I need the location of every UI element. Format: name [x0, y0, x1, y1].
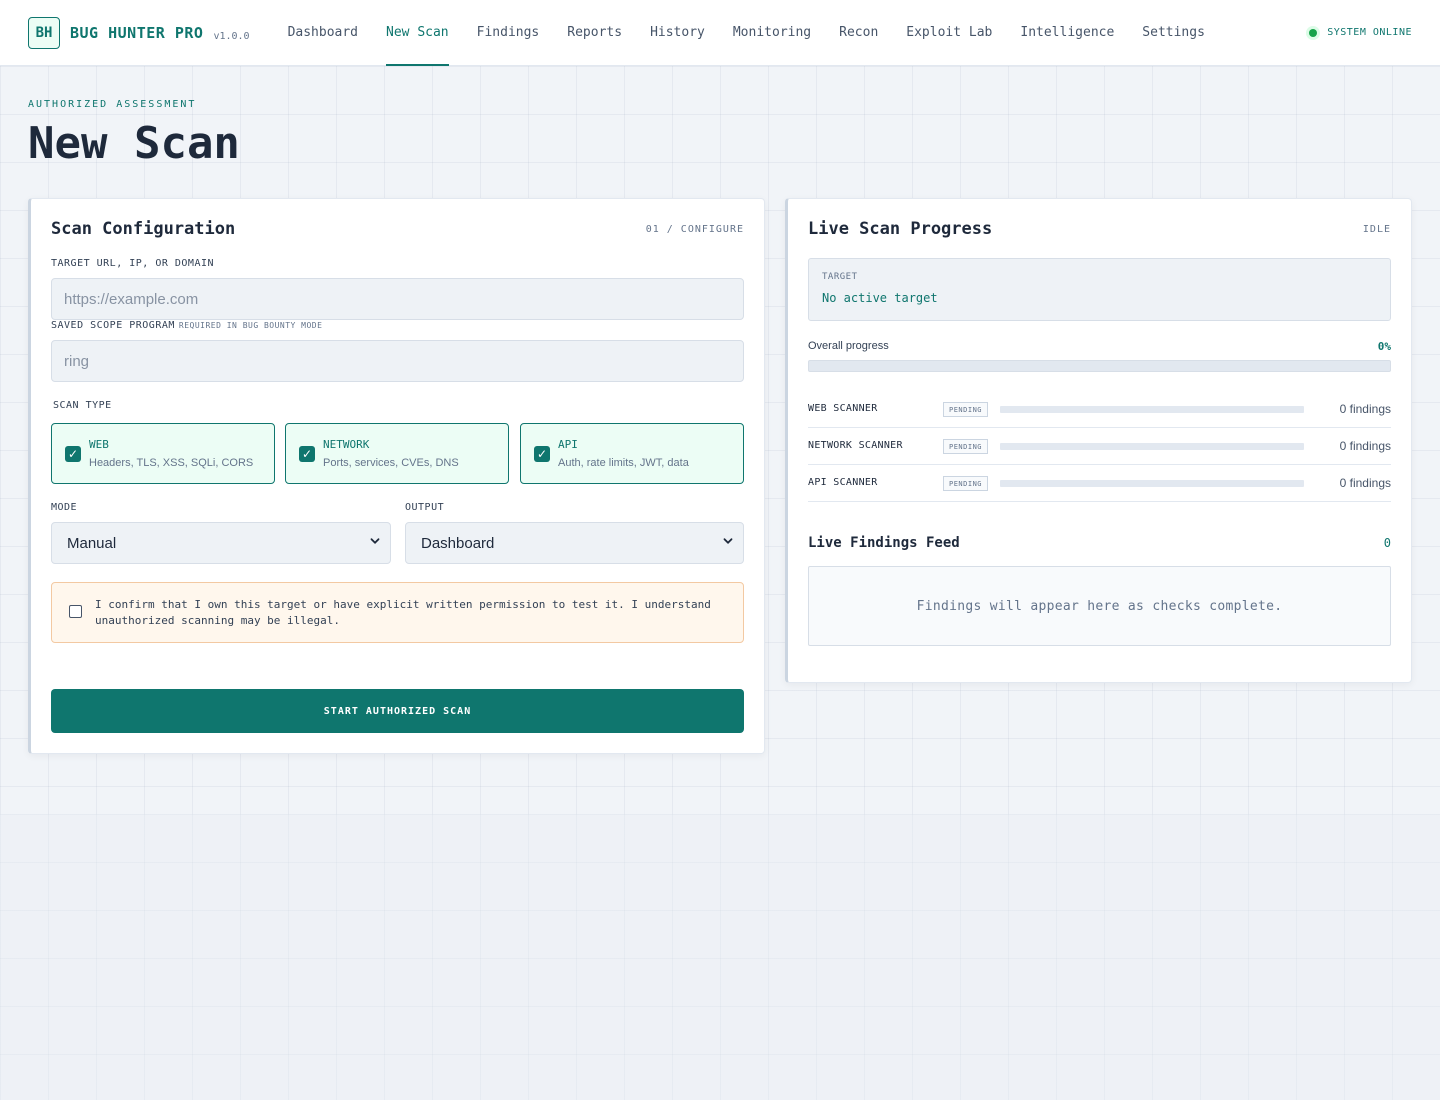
system-status: SYSTEM ONLINE — [1309, 27, 1412, 38]
scope-program-input[interactable] — [51, 340, 744, 382]
scan-type-api[interactable]: ✓ API Auth, rate limits, JWT, data — [520, 423, 744, 484]
chevron-down-icon — [723, 538, 733, 544]
background-lower — [0, 814, 1440, 1100]
top-navbar: BH BUG HUNTER PRO v1.0.0 Dashboard New S… — [0, 0, 1440, 66]
scanner-findings-count: 0 findings — [1339, 439, 1391, 453]
system-status-label: SYSTEM ONLINE — [1327, 27, 1412, 38]
nav-intelligence[interactable]: Intelligence — [1020, 0, 1114, 66]
live-scan-progress-card: Live Scan Progress IDLE TARGET No active… — [785, 198, 1412, 683]
overall-progress-label: Overall progress — [808, 340, 889, 352]
scanner-progress-bar — [1000, 443, 1304, 450]
scan-type-web-title: WEB — [89, 438, 109, 451]
status-dot-icon — [1309, 28, 1318, 37]
scope-label-group: SAVED SCOPE PROGRAM REQUIRED IN BUG BOUNT… — [51, 320, 322, 331]
progress-title: Live Scan Progress — [808, 219, 993, 239]
findings-feed-empty-state: Findings will appear here as checks comp… — [808, 566, 1391, 646]
overall-progress-bar — [808, 360, 1391, 372]
chevron-down-icon — [370, 538, 380, 544]
output-select[interactable]: Dashboard — [405, 522, 744, 564]
scanner-name: NETWORK SCANNER — [808, 440, 903, 451]
nav-new-scan[interactable]: New Scan — [386, 0, 449, 66]
page-title: New Scan — [28, 118, 240, 169]
scan-type-network[interactable]: ✓ NETWORK Ports, services, CVEs, DNS — [285, 423, 509, 484]
findings-feed-count: 0 — [1383, 536, 1391, 550]
output-select-value: Dashboard — [421, 534, 495, 552]
active-target-value: No active target — [822, 291, 938, 305]
scope-label: SAVED SCOPE PROGRAM — [51, 320, 175, 331]
nav-monitoring[interactable]: Monitoring — [733, 0, 811, 66]
findings-feed-title: Live Findings Feed — [808, 535, 960, 551]
scanner-status-badge: PENDING — [943, 402, 989, 417]
scanner-row-web: WEB SCANNER PENDING 0 findings — [808, 391, 1391, 428]
output-label: OUTPUT — [405, 502, 445, 513]
scan-type-network-title: NETWORK — [323, 438, 370, 451]
nav-history[interactable]: History — [650, 0, 705, 66]
nav-findings[interactable]: Findings — [477, 0, 540, 66]
scanner-status-badge: PENDING — [943, 476, 989, 491]
scanner-progress-bar — [1000, 480, 1304, 487]
nav-dashboard[interactable]: Dashboard — [288, 0, 358, 66]
nav-recon[interactable]: Recon — [839, 0, 878, 66]
scanner-status-badge: PENDING — [943, 439, 989, 454]
consent-checkbox[interactable] — [69, 605, 82, 618]
scanner-row-api: API SCANNER PENDING 0 findings — [808, 465, 1391, 502]
app-name[interactable]: BUG HUNTER PRO — [70, 24, 203, 42]
scan-type-api-title: API — [558, 438, 578, 451]
network-checkbox-checked-icon[interactable]: ✓ — [299, 446, 315, 462]
consent-text: I confirm that I own this target or have… — [95, 598, 711, 627]
config-title: Scan Configuration — [51, 219, 236, 239]
scanner-findings-count: 0 findings — [1339, 476, 1391, 490]
overall-progress-percent: 0% — [1377, 340, 1391, 353]
app-logo[interactable]: BH — [28, 16, 60, 49]
scan-type-label: SCAN TYPE — [53, 400, 112, 411]
mode-select-value: Manual — [67, 534, 117, 552]
scanner-name: API SCANNER — [808, 477, 878, 488]
config-step-tag: 01 / CONFIGURE — [645, 224, 744, 235]
nav-reports[interactable]: Reports — [567, 0, 622, 66]
scanner-progress-bar — [1000, 406, 1304, 413]
start-scan-button[interactable]: START AUTHORIZED SCAN — [51, 689, 744, 733]
web-checkbox-checked-icon[interactable]: ✓ — [65, 446, 81, 462]
scan-state-tag: IDLE — [1362, 224, 1391, 235]
scanner-findings-count: 0 findings — [1339, 402, 1391, 416]
nav-settings[interactable]: Settings — [1142, 0, 1205, 66]
scan-configuration-card: Scan Configuration 01 / CONFIGURE TARGET… — [28, 198, 765, 754]
scanner-name: WEB SCANNER — [808, 403, 878, 414]
active-target-label: TARGET — [822, 272, 858, 282]
scanner-row-network: NETWORK SCANNER PENDING 0 findings — [808, 428, 1391, 465]
page-eyebrow: AUTHORIZED ASSESSMENT — [28, 99, 197, 110]
scan-type-web-desc: Headers, TLS, XSS, SQLi, CORS — [89, 457, 254, 469]
authorization-consent: I confirm that I own this target or have… — [51, 582, 744, 643]
active-target-box: TARGET No active target — [808, 258, 1391, 321]
target-input[interactable] — [51, 278, 744, 320]
nav-exploit-lab[interactable]: Exploit Lab — [906, 0, 992, 66]
scan-type-web[interactable]: ✓ WEB Headers, TLS, XSS, SQLi, CORS — [51, 423, 275, 484]
main-nav: Dashboard New Scan Findings Reports Hist… — [288, 0, 1233, 66]
api-checkbox-checked-icon[interactable]: ✓ — [534, 446, 550, 462]
scope-sublabel: REQUIRED IN BUG BOUNTY MODE — [178, 321, 323, 330]
scan-type-network-desc: Ports, services, CVEs, DNS — [323, 457, 459, 469]
target-label: TARGET URL, IP, OR DOMAIN — [51, 258, 215, 269]
mode-label: MODE — [51, 502, 78, 513]
mode-select[interactable]: Manual — [51, 522, 391, 564]
scan-type-api-desc: Auth, rate limits, JWT, data — [558, 457, 689, 469]
app-version: v1.0.0 — [213, 31, 250, 42]
